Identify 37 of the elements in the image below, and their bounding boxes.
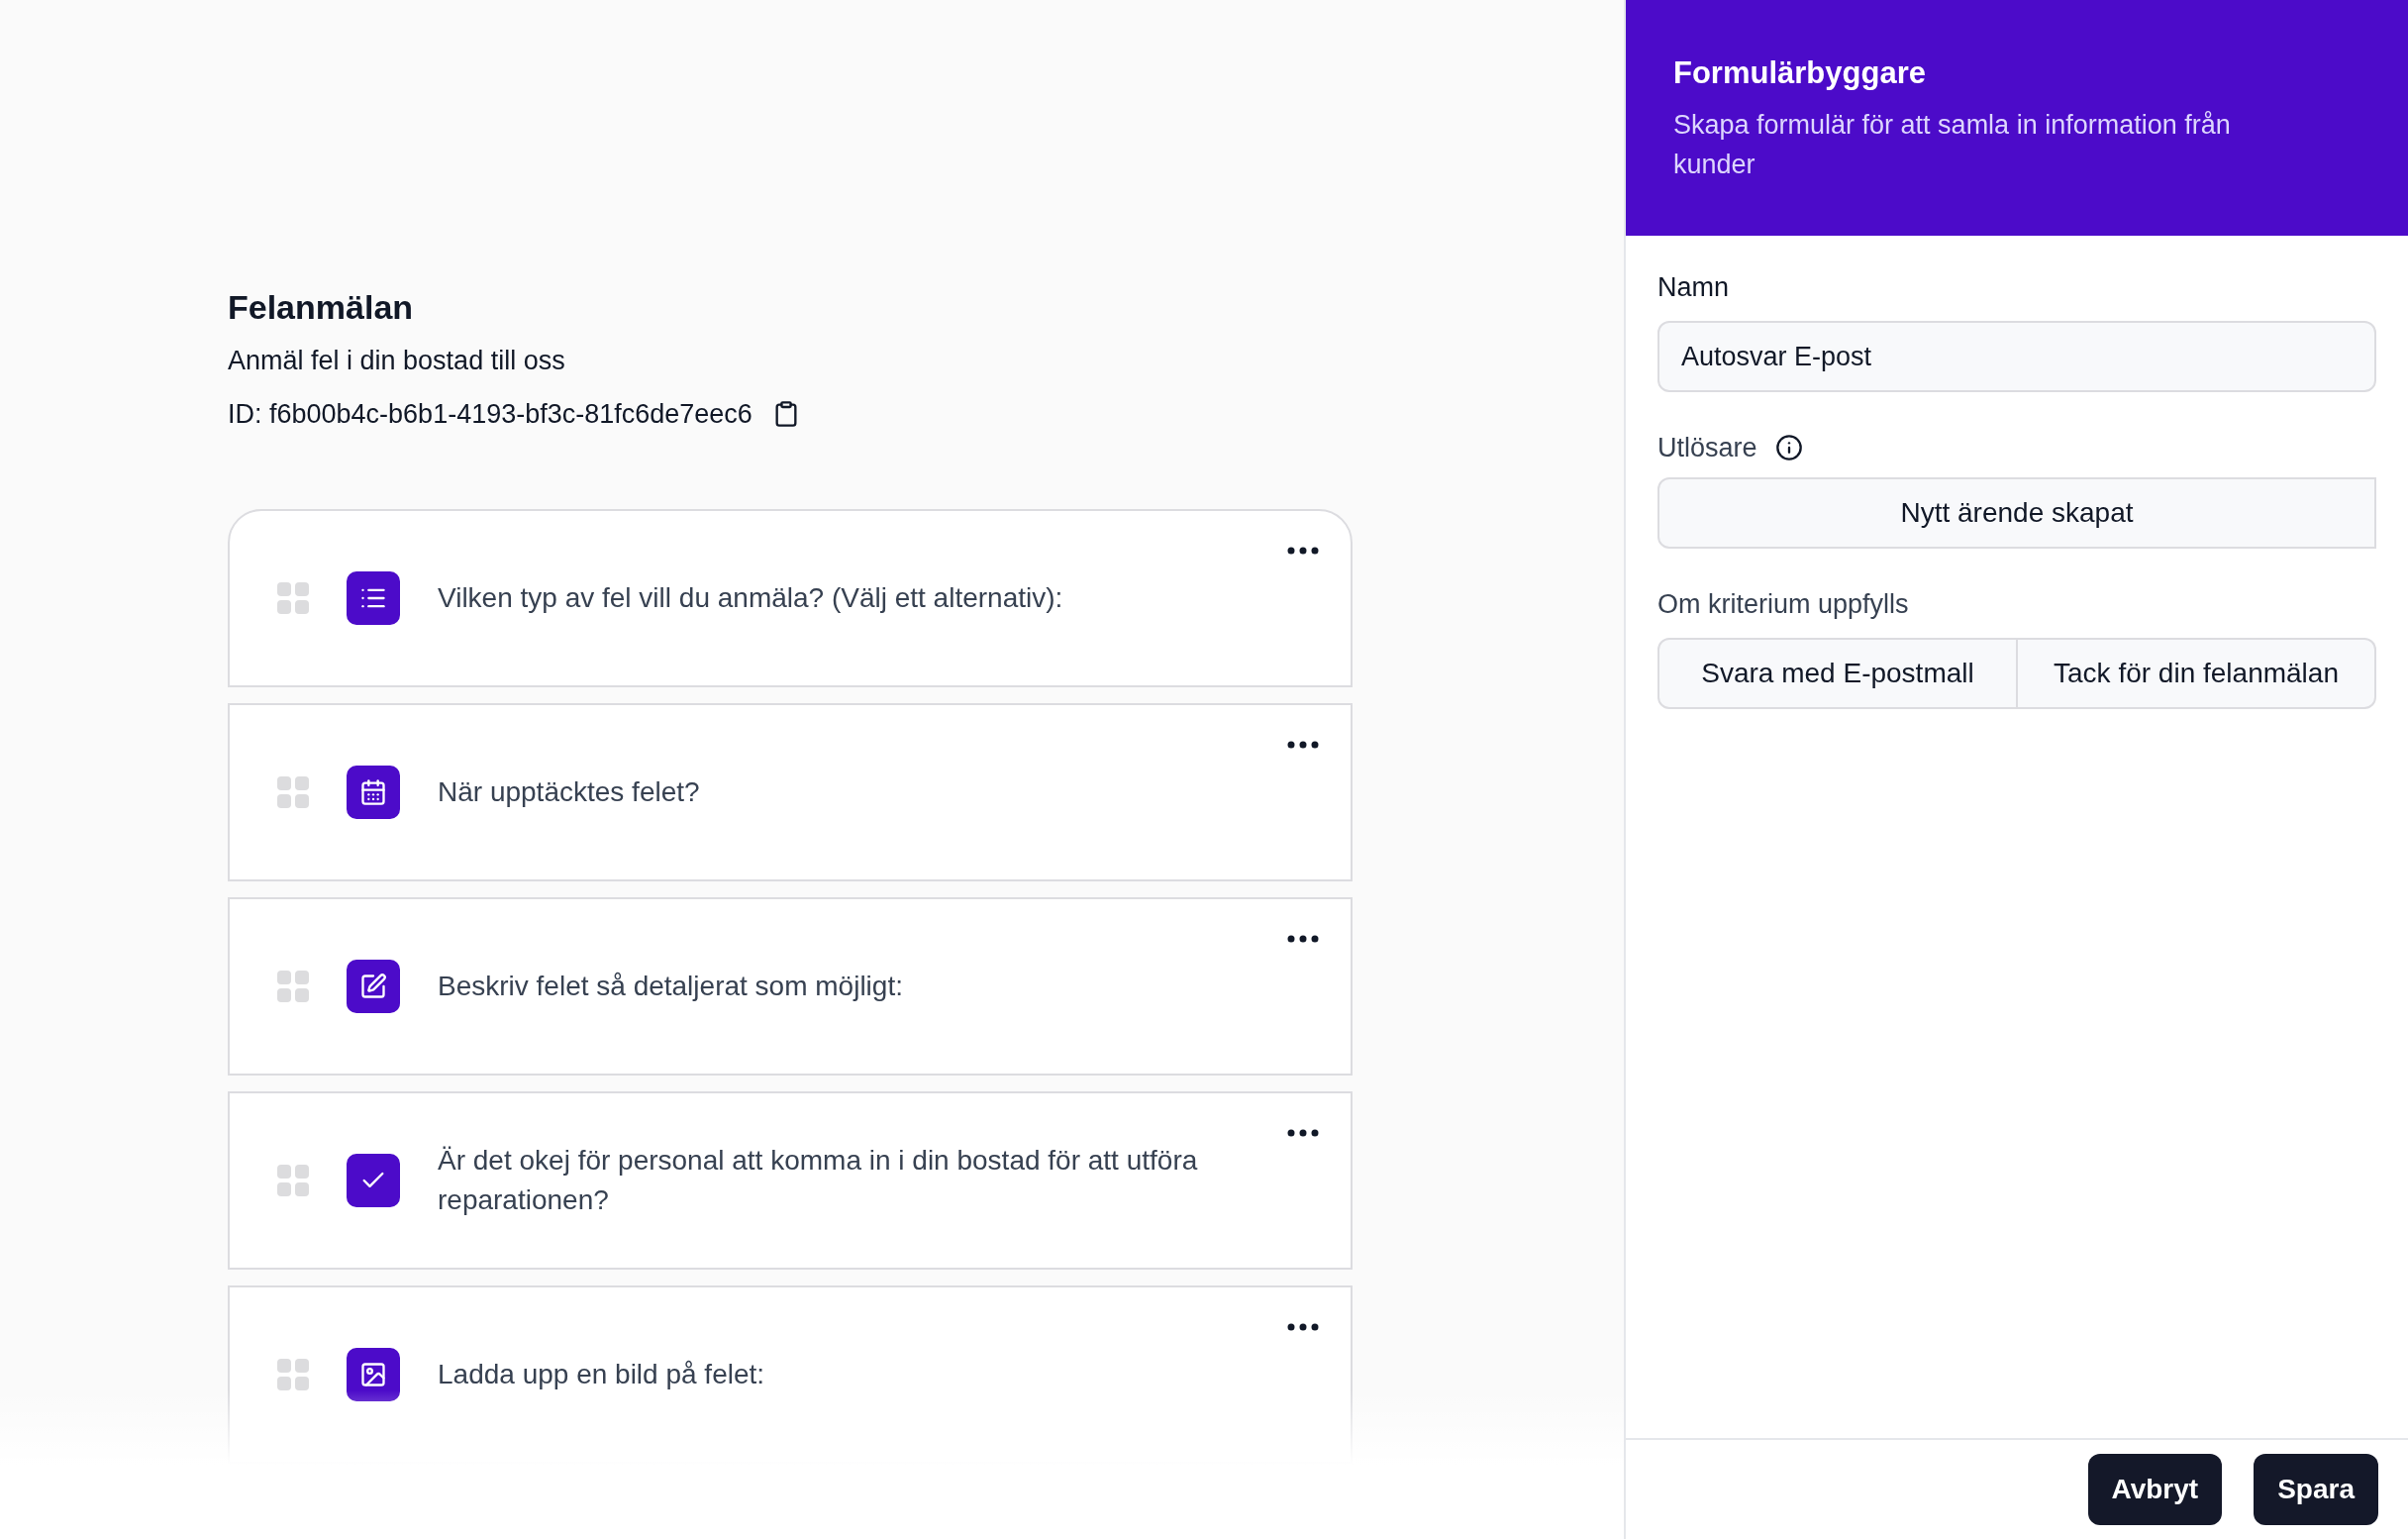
question-card[interactable]: Vilken typ av fel vill du anmäla? (Välj ett alternativ): xyxy=(228,509,1353,687)
drag-handle-icon[interactable] xyxy=(277,1165,309,1196)
question-text: När upptäcktes felet? xyxy=(438,775,700,809)
info-icon[interactable] xyxy=(1774,434,1803,462)
question-card[interactable]: När upptäcktes felet? xyxy=(228,703,1353,881)
question-card[interactable]: Beskriv felet så detaljerat som möjligt: xyxy=(228,897,1353,1076)
trigger-label: Utlösare xyxy=(1657,432,1757,464)
question-text: Ladda upp en bild på felet: xyxy=(438,1358,765,1391)
question-text: Beskriv felet så detaljerat som möjligt: xyxy=(438,970,903,1003)
pen-icon xyxy=(359,973,387,1000)
form-title: Felanmälan xyxy=(228,287,415,328)
question-card[interactable]: Är det okej för personal att komma in i din bostad för att utföra reparationen? xyxy=(228,1091,1353,1270)
more-icon[interactable] xyxy=(1287,935,1319,943)
more-icon[interactable] xyxy=(1287,1323,1319,1331)
panel-title: Formulärbyggare xyxy=(1673,54,1927,92)
drag-handle-icon[interactable] xyxy=(277,971,309,1002)
cancel-button[interactable]: Avbryt xyxy=(2087,1454,2223,1525)
name-field[interactable]: Autosvar E-post xyxy=(1657,321,2376,392)
drag-handle-icon[interactable] xyxy=(277,776,309,808)
name-label: Namn xyxy=(1657,271,1731,304)
question-text: Är det okej för personal att komma in i din bostad för att utföra reparationen? xyxy=(438,1144,1199,1217)
form-description: Anmäl fel i din bostad till oss xyxy=(228,345,566,377)
more-icon[interactable] xyxy=(1287,547,1319,555)
calendar-icon xyxy=(359,778,387,806)
more-icon[interactable] xyxy=(1287,741,1319,749)
save-button[interactable]: Spara xyxy=(2254,1454,2378,1525)
drag-handle-icon[interactable] xyxy=(277,1359,309,1390)
more-icon[interactable] xyxy=(1287,1129,1319,1137)
panel-subtitle: Skapa formulär för att samla in information från kunder xyxy=(1673,109,2232,181)
template-select[interactable]: Tack för din felanmälan xyxy=(2018,638,2376,709)
action-select[interactable]: Svara med E-postmall xyxy=(1657,638,2018,709)
trigger-select[interactable]: Nytt ärende skapat xyxy=(1657,477,2376,549)
drag-handle-icon[interactable] xyxy=(277,582,309,614)
criteria-label: Om kriterium uppfylls xyxy=(1657,588,1910,621)
form-id: ID: f6b00b4c-b6b1-4193-bf3c-81fc6de7eec6 xyxy=(228,398,752,431)
question-text: Vilken typ av fel vill du anmäla? (Välj ett alternativ): xyxy=(438,581,1063,615)
image-icon xyxy=(359,1361,387,1388)
